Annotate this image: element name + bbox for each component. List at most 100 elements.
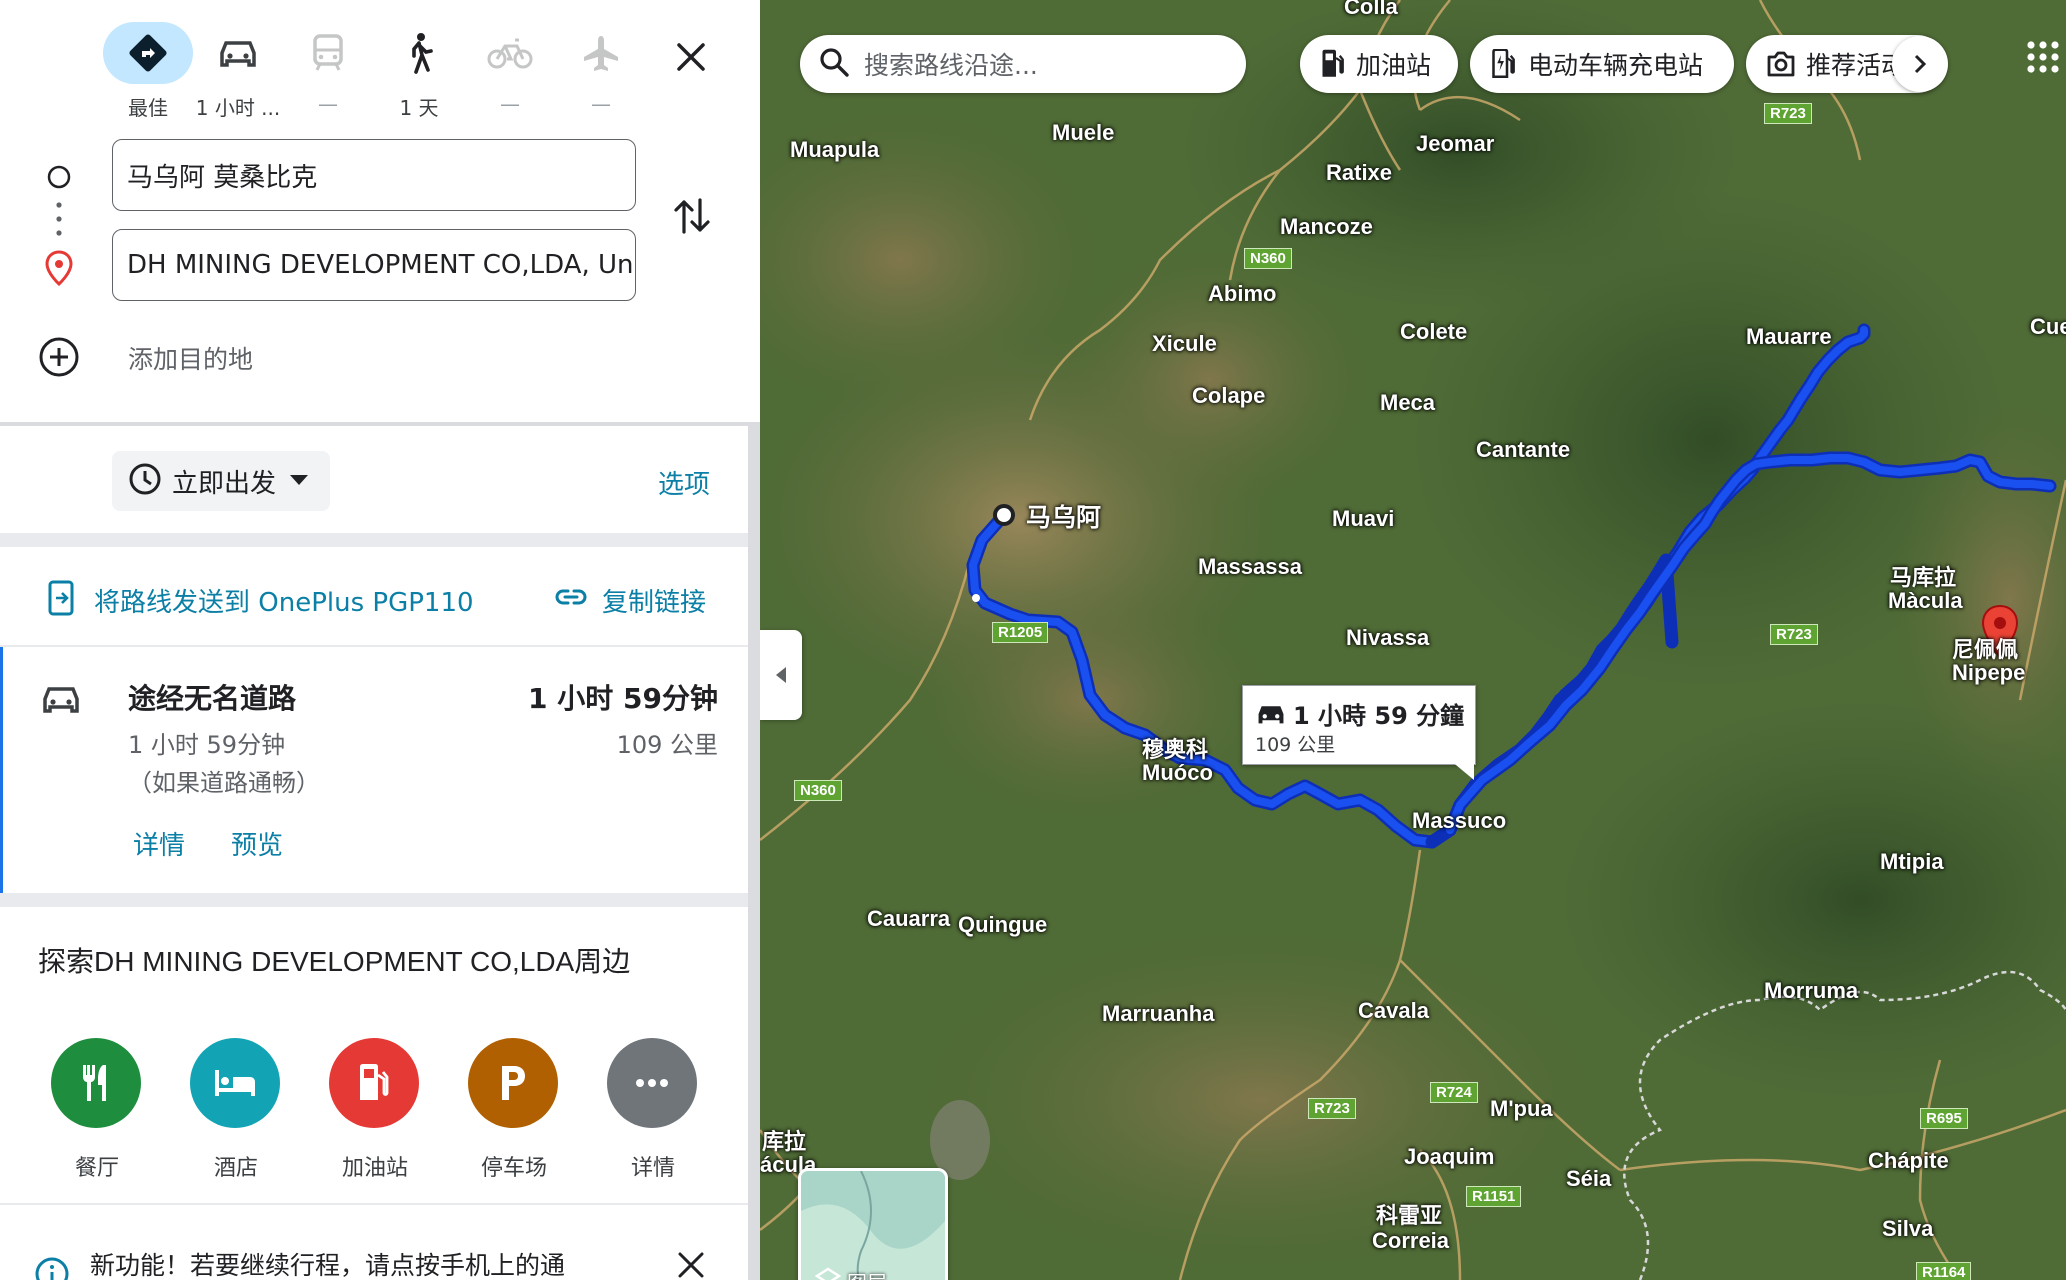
caret-down-icon xyxy=(290,472,309,491)
mode-label: 1 天 xyxy=(399,96,439,120)
search-placeholder: 搜索路线沿途... xyxy=(864,51,1038,80)
options-link[interactable]: 选项 xyxy=(658,464,710,501)
more-icon xyxy=(607,1038,697,1128)
apps-grid-icon[interactable] xyxy=(2026,40,2060,78)
add-destination-button[interactable]: 添加目的地 xyxy=(128,340,253,376)
place-label: Correia xyxy=(1372,1228,1450,1253)
send-to-phone-button[interactable]: 将路线发送到 OnePlus PGP110 xyxy=(94,582,474,619)
chip-label: 加油站 xyxy=(1356,51,1432,80)
mode-bike[interactable]: — xyxy=(465,22,555,122)
poi-label: 餐厅 xyxy=(74,1156,119,1181)
gas-station-icon xyxy=(329,1038,419,1128)
place-label: Silva xyxy=(1882,1216,1934,1241)
layers-icon xyxy=(814,1267,842,1280)
link-icon xyxy=(554,584,588,614)
depart-now-button[interactable]: 立即出发 xyxy=(112,451,330,511)
transit-icon xyxy=(283,22,373,84)
parking-button[interactable]: 停车场 xyxy=(468,1038,560,1182)
layers-label: 图层 xyxy=(847,1267,887,1280)
route-title: 途经无名道路 xyxy=(128,682,297,715)
mode-label: — xyxy=(500,92,520,116)
explore-title: 探索DH MINING DEVELOPMENT CO,LDA周边 xyxy=(38,946,631,977)
place-label: Muele xyxy=(1052,120,1115,145)
map-view[interactable]: Colla Muapula Muele Jeomar Ratixe Mancoz… xyxy=(760,0,2066,1280)
mode-label: — xyxy=(591,92,611,116)
road-shield: R1151 xyxy=(1466,1186,1522,1207)
poi-label: 酒店 xyxy=(213,1156,258,1181)
close-icon[interactable] xyxy=(670,36,712,82)
road-shield: N360 xyxy=(794,780,842,801)
section-divider xyxy=(0,422,748,426)
camera-icon xyxy=(1767,51,1795,77)
place-label: Marruanha xyxy=(1102,1001,1215,1026)
road-shield: R724 xyxy=(1430,1082,1478,1103)
place-label: Jeomar xyxy=(1416,131,1495,156)
restaurant-button[interactable]: 餐厅 xyxy=(51,1038,143,1182)
search-icon xyxy=(818,46,850,82)
section-divider xyxy=(0,893,748,907)
mode-drive[interactable]: 1 小时 ... xyxy=(193,22,283,122)
place-label: Muavi xyxy=(1332,506,1395,531)
mode-best[interactable]: 最佳 xyxy=(103,22,193,122)
place-label: Mauarre xyxy=(1746,324,1832,349)
swap-icon[interactable] xyxy=(672,194,712,242)
place-label: Cantante xyxy=(1476,437,1571,462)
route-info-box[interactable]: 1 小時 59 分鐘 109 公里 xyxy=(1242,685,1476,765)
chip-gas[interactable]: 加油站 xyxy=(1300,35,1458,93)
section-divider xyxy=(0,1203,748,1205)
route-search-input[interactable]: 搜索路线沿途... xyxy=(800,35,1246,93)
place-label: Morruma xyxy=(1764,978,1859,1003)
scrollbar[interactable] xyxy=(748,422,760,1280)
depart-label: 立即出发 xyxy=(172,468,277,499)
section-divider xyxy=(0,533,748,547)
place-label: Joaquim xyxy=(1404,1144,1495,1169)
place-label: Màcula xyxy=(1888,588,1963,613)
route-card[interactable]: 途经无名道路 1 小时 59分钟 1 小时 59分钟 109 公里 （如果道路通… xyxy=(0,647,748,893)
preview-link[interactable]: 预览 xyxy=(231,825,283,862)
layers-button[interactable]: 图层 xyxy=(798,1168,948,1280)
poi-label: 停车场 xyxy=(480,1156,547,1181)
dots-icon xyxy=(54,200,64,244)
send-to-phone-icon xyxy=(46,580,76,620)
hotel-button[interactable]: 酒店 xyxy=(190,1038,282,1182)
collapse-panel-button[interactable] xyxy=(760,630,802,720)
mode-label: 1 小时 ... xyxy=(195,96,281,120)
mode-transit[interactable]: — xyxy=(283,22,373,122)
chip-ev-charging[interactable]: 电动车辆充电站 xyxy=(1470,35,1734,93)
destination-input[interactable]: DH MINING DEVELOPMENT CO,LDA, Unnamed xyxy=(112,229,636,301)
info-icon xyxy=(34,1256,70,1280)
mode-label: 最佳 xyxy=(128,96,168,120)
place-label: Cavala xyxy=(1358,998,1429,1023)
directions-panel: 最佳 1 小时 ... — 1 天 — — 马乌阿 莫桑比克 DH MINING… xyxy=(0,0,760,1280)
road-shield: N360 xyxy=(1244,248,1292,269)
gas-station-button[interactable]: 加油站 xyxy=(329,1038,421,1182)
restaurant-icon xyxy=(51,1038,141,1128)
caret-left-icon xyxy=(776,667,786,683)
place-label: Muapula xyxy=(790,137,880,162)
car-icon xyxy=(193,22,283,84)
place-label: Séia xyxy=(1566,1166,1612,1191)
more-button[interactable]: 详情 xyxy=(607,1038,699,1182)
route-box-distance: 109 公里 xyxy=(1255,734,1336,756)
chevron-right-icon xyxy=(1914,54,1927,74)
road-shield: R1164 xyxy=(1916,1262,1972,1280)
terrain-preview xyxy=(801,1171,945,1280)
copy-link-button[interactable]: 复制链接 xyxy=(602,582,706,619)
gas-station-icon xyxy=(1322,49,1344,77)
origin-input[interactable]: 马乌阿 莫桑比克 xyxy=(112,139,636,211)
place-label: Cauarra xyxy=(867,906,951,931)
place-label: Quingue xyxy=(958,912,1048,937)
mode-walk[interactable]: 1 天 xyxy=(374,22,464,122)
mode-flight[interactable]: — xyxy=(556,22,646,122)
origin-label: 马乌阿 xyxy=(1026,504,1102,532)
place-label: Colla xyxy=(1344,0,1398,19)
place-label: Ratixe xyxy=(1326,160,1393,185)
place-label: Colape xyxy=(1192,383,1266,408)
place-label: 科雷亚 xyxy=(1376,1203,1443,1228)
details-link[interactable]: 详情 xyxy=(133,825,185,862)
add-circle-icon[interactable] xyxy=(38,336,80,382)
poi-label: 详情 xyxy=(630,1156,675,1181)
close-notice-icon[interactable] xyxy=(676,1250,706,1280)
route-box-duration: 1 小時 59 分鐘 xyxy=(1293,702,1465,730)
chips-scroll-right-button[interactable] xyxy=(1892,36,1948,92)
